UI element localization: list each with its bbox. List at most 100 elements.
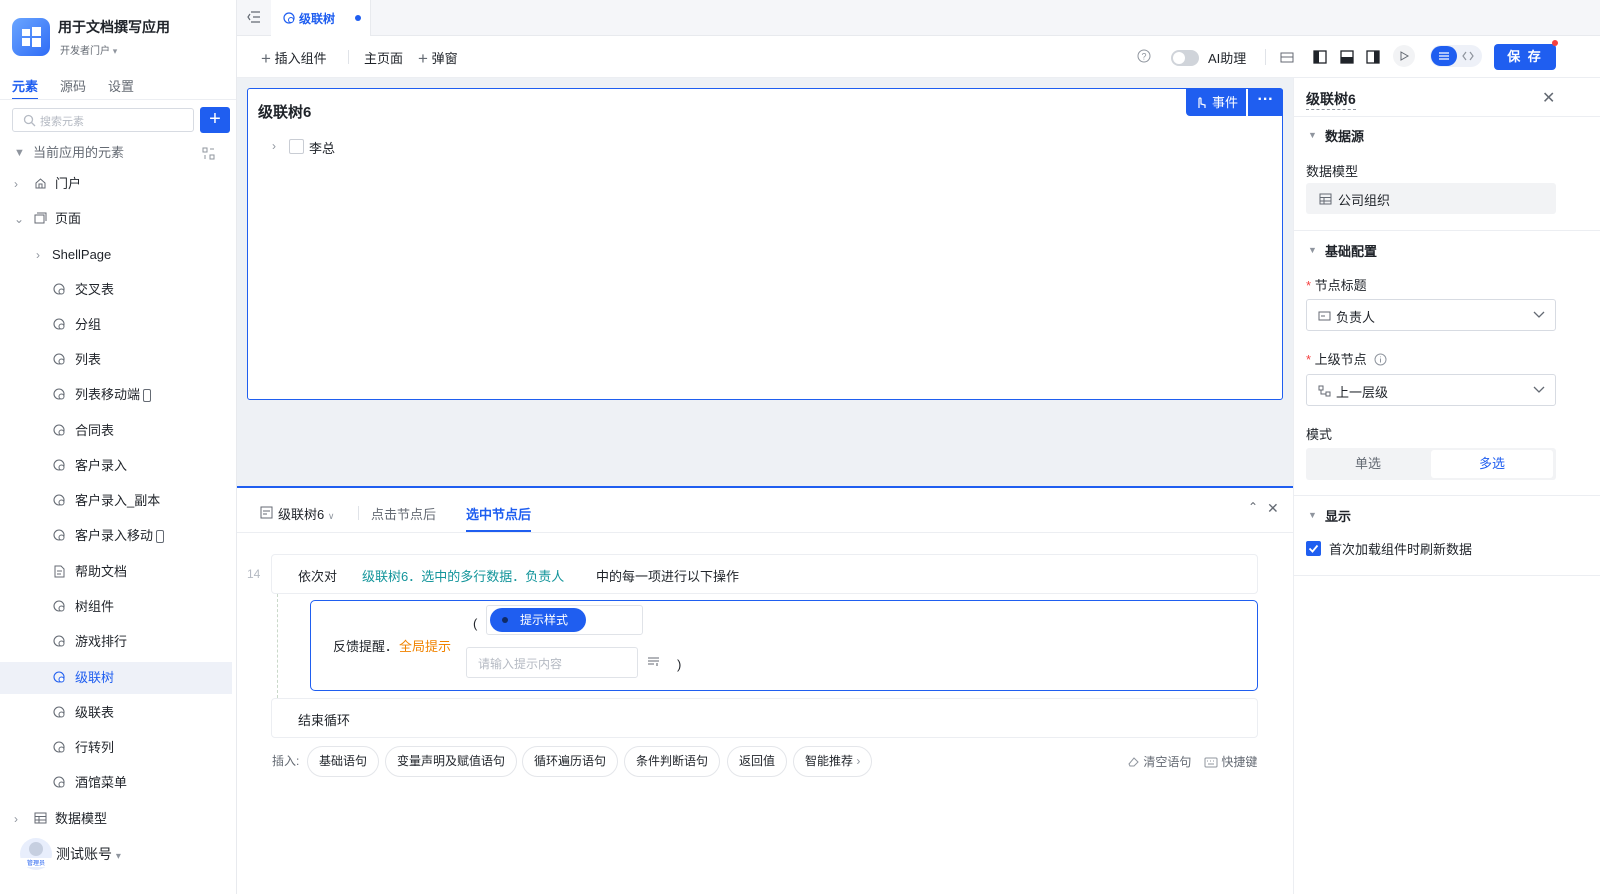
search-input[interactable]: 搜索元素 [12,108,194,132]
collapse-sidebar-icon[interactable] [247,11,261,23]
mode-single-option[interactable]: 单选 [1306,448,1430,480]
tab-settings[interactable]: 设置 [108,76,134,100]
section-datasource[interactable]: 数据源 [1325,126,1364,145]
sidebar-item[interactable]: › 门户 [0,168,232,200]
for-each-statement[interactable]: 依次对 级联树6．选中的多行数据．负责人 中的每一项进行以下操作 [271,554,1258,594]
sidebar-item[interactable]: 级联树 [0,662,232,694]
tree-node-label[interactable]: 李总 [309,138,335,157]
tab-cascade-tree[interactable]: 级联树 [271,0,371,36]
tab-node-click[interactable]: 点击节点后 [371,504,436,523]
sidebar-item[interactable]: 级联表 [0,697,232,729]
sidebar-item[interactable]: 客户录入_副本 [0,485,232,517]
sidebar-item[interactable]: › 数据模型 [0,803,232,835]
chip-condition-statement[interactable]: 条件判断语句 [624,746,721,777]
sidebar-item[interactable]: 游戏排行 [0,626,232,658]
locate-icon[interactable] [202,147,215,160]
user-name[interactable]: 测试账号 ▾ [56,844,121,864]
sidebar-item[interactable]: › ShellPage [0,239,232,271]
chevron-down-icon: ▼ [14,147,25,159]
left-panel-icon[interactable] [1313,50,1327,64]
panel-title[interactable]: 级联树6 [1306,89,1356,110]
shortcut-button[interactable]: 快捷键 [1204,753,1257,770]
chip-smart-recommend[interactable]: 智能推荐 › [793,746,873,777]
sidebar-item[interactable]: ⌄ 页面 [0,203,232,235]
home-page-button[interactable]: 主页面 [364,48,403,67]
node-title-select[interactable]: 负责人 [1306,299,1556,331]
tab-source[interactable]: 源码 [60,76,86,100]
event-button[interactable]: 事件 [1186,89,1246,116]
pointer-icon [1198,97,1206,108]
chip-variable-statement[interactable]: 变量声明及赋值语句 [385,746,518,777]
expression-icon[interactable] [647,656,660,667]
chip-loop-statement[interactable]: 循环遍历语句 [522,746,619,777]
sidebar-item[interactable]: 列表 [0,344,232,376]
cascade-tree-component[interactable]: 级联树6 事件 ··· › 李总 [247,88,1283,400]
save-button[interactable]: 保 存 [1494,44,1556,70]
page-icon [53,776,65,788]
sidebar-item[interactable]: 酒馆菜单 [0,767,232,799]
style-chip[interactable]: 提示样式 [490,608,586,632]
tree-node-checkbox[interactable] [289,139,304,154]
sidebar-item[interactable]: 交叉表 [0,274,232,306]
add-element-button[interactable]: + [200,107,230,133]
sidebar-item[interactable]: 客户录入 [0,450,232,482]
chip-return-value[interactable]: 返回值 [727,746,788,777]
insert-component-button[interactable]: + 插入组件 [261,48,327,68]
style-param-field[interactable]: 提示样式 [486,605,643,635]
more-options-button[interactable]: ··· [1248,89,1283,116]
parent-node-select[interactable]: 上一层级 [1306,374,1556,406]
collapse-icon[interactable]: ⌃ [1248,500,1258,514]
tab-node-selected[interactable]: 选中节点后 [466,504,532,532]
sidebar-item[interactable]: 帮助文档 [0,556,232,588]
sidebar-item[interactable]: 合同表 [0,415,232,447]
chevron-right-icon[interactable]: › [36,239,40,271]
chevron-down-icon[interactable]: ▼ [1308,510,1317,520]
avatar[interactable]: 管理员 [18,838,54,870]
section-current-app[interactable]: ▼ 当前应用的元素 [0,137,232,169]
sidebar-item[interactable]: 客户录入移动 [0,520,232,552]
close-panel-icon[interactable]: ✕ [1542,88,1555,108]
doc-icon [54,565,65,578]
chevron-down-icon[interactable]: ▼ [1308,130,1317,140]
component-selector[interactable]: 级联树6 ∨ [278,504,334,523]
view-mode-switch[interactable] [1430,45,1482,67]
sidebar-item-label: ShellPage [52,247,112,262]
close-icon[interactable]: ✕ [1267,500,1279,517]
sidebar-item[interactable]: 分组 [0,309,232,341]
app-subtitle[interactable]: 开发者门户 ▾ [60,42,117,57]
data-model-field[interactable]: 公司组织 [1306,183,1556,214]
ai-toggle[interactable] [1171,50,1199,66]
home-icon [35,178,46,189]
chip-basic-statement[interactable]: 基础语句 [307,746,380,777]
chevron-right-icon[interactable]: › [14,168,18,200]
section-display[interactable]: 显示 [1325,506,1351,525]
chevron-down-icon[interactable]: ⌄ [14,203,24,235]
clear-statements-button[interactable]: 清空语句 [1127,753,1191,770]
section-basic-config[interactable]: 基础配置 [1325,241,1377,260]
mode-multi-option[interactable]: 多选 [1431,450,1553,478]
sidebar-item-label: 列表移动端 [75,387,141,402]
tab-elements[interactable]: 元素 [12,76,39,100]
loop-expression[interactable]: 级联树6．选中的多行数据．负责人 [362,566,564,585]
content-input[interactable]: 请输入提示内容 [466,647,638,678]
help-icon[interactable]: ? [1137,49,1151,63]
chevron-right-icon[interactable]: › [14,803,18,835]
sidebar-item-label: 树组件 [75,599,115,614]
right-panel-icon[interactable] [1366,50,1380,64]
page-icon [53,635,65,647]
sidebar-item-label: 帮助文档 [75,564,128,579]
layout-toggle-icon[interactable] [1280,50,1294,64]
bottom-panel-icon[interactable] [1340,50,1354,64]
refresh-checkbox[interactable] [1306,541,1321,556]
preview-button[interactable] [1393,45,1415,67]
sidebar-item[interactable]: 行转列 [0,732,232,764]
sidebar-item[interactable]: 树组件 [0,591,232,623]
popup-button[interactable]: + 弹窗 [418,48,458,68]
sidebar-item[interactable]: 列表移动端 [0,379,232,411]
chevron-right-icon[interactable]: › [272,139,276,153]
feedback-statement[interactable]: 反馈提醒． 全局提示 ( 提示样式 请输入提示内容 ) [310,600,1258,691]
chevron-down-icon[interactable]: ▼ [1308,245,1317,255]
end-loop-statement[interactable]: 结束循环 [271,698,1258,738]
info-icon[interactable] [1374,353,1387,366]
page-icon [53,318,65,330]
